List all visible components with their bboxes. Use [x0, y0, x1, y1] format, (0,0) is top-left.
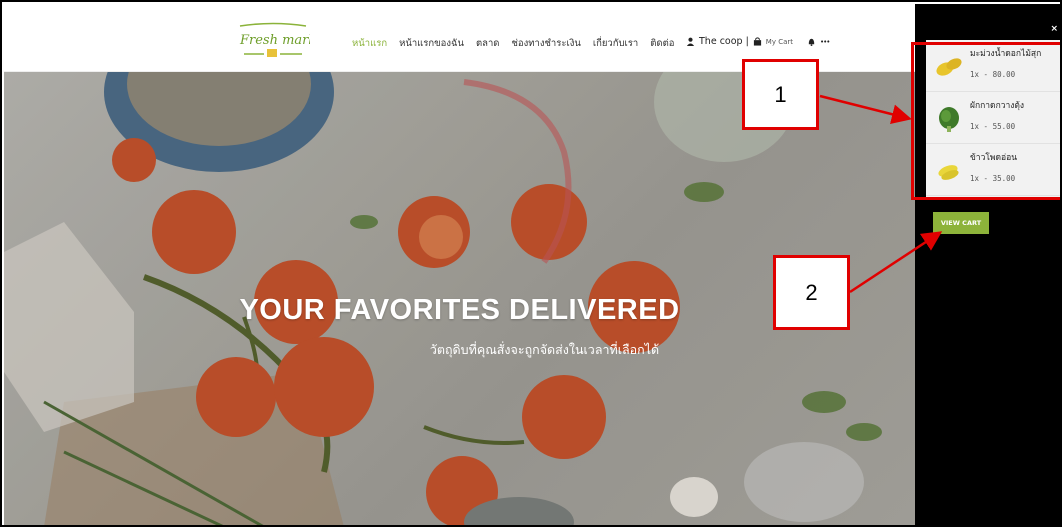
- annotation-callout-1: 1: [742, 59, 819, 130]
- screenshot-frame: Fresh market หน้าแรก หน้าแรกของฉัน ตลาด …: [0, 0, 1062, 527]
- nav-item-my-home[interactable]: หน้าแรกของฉัน: [399, 36, 464, 51]
- user-icon: [686, 37, 695, 46]
- hero-subtitle: วัตถุดิบที่คุณสั่งจะถูกจัดส่งในเวลาที่เล…: [429, 342, 660, 357]
- nav-item-home[interactable]: หน้าแรก: [352, 36, 387, 51]
- user-bar: The coop | My Cart •••: [686, 36, 830, 47]
- close-icon[interactable]: ×: [1050, 24, 1058, 34]
- fresh-market-logo[interactable]: Fresh market: [236, 20, 310, 62]
- annotation-callout-2: 2: [773, 255, 850, 330]
- nav-item-payment[interactable]: ช่องทางชำระเงิน: [511, 36, 580, 51]
- my-cart-link[interactable]: My Cart: [766, 38, 793, 46]
- view-cart-button[interactable]: VIEW CART: [933, 212, 989, 234]
- bell-icon[interactable]: [807, 37, 816, 46]
- nav-item-about[interactable]: เกี่ยวกับเรา: [593, 36, 638, 51]
- nav-item-contact[interactable]: ติดต่อ: [650, 36, 674, 51]
- more-icon[interactable]: •••: [820, 38, 830, 46]
- main-nav: หน้าแรก หน้าแรกของฉัน ตลาด ช่องทางชำระเง…: [352, 36, 674, 51]
- bag-icon: [753, 37, 761, 46]
- user-name[interactable]: The coop |: [699, 36, 749, 47]
- cart-highlight-box: [911, 42, 1060, 200]
- nav-item-market[interactable]: ตลาด: [476, 36, 500, 51]
- svg-text:Fresh market: Fresh market: [239, 33, 310, 48]
